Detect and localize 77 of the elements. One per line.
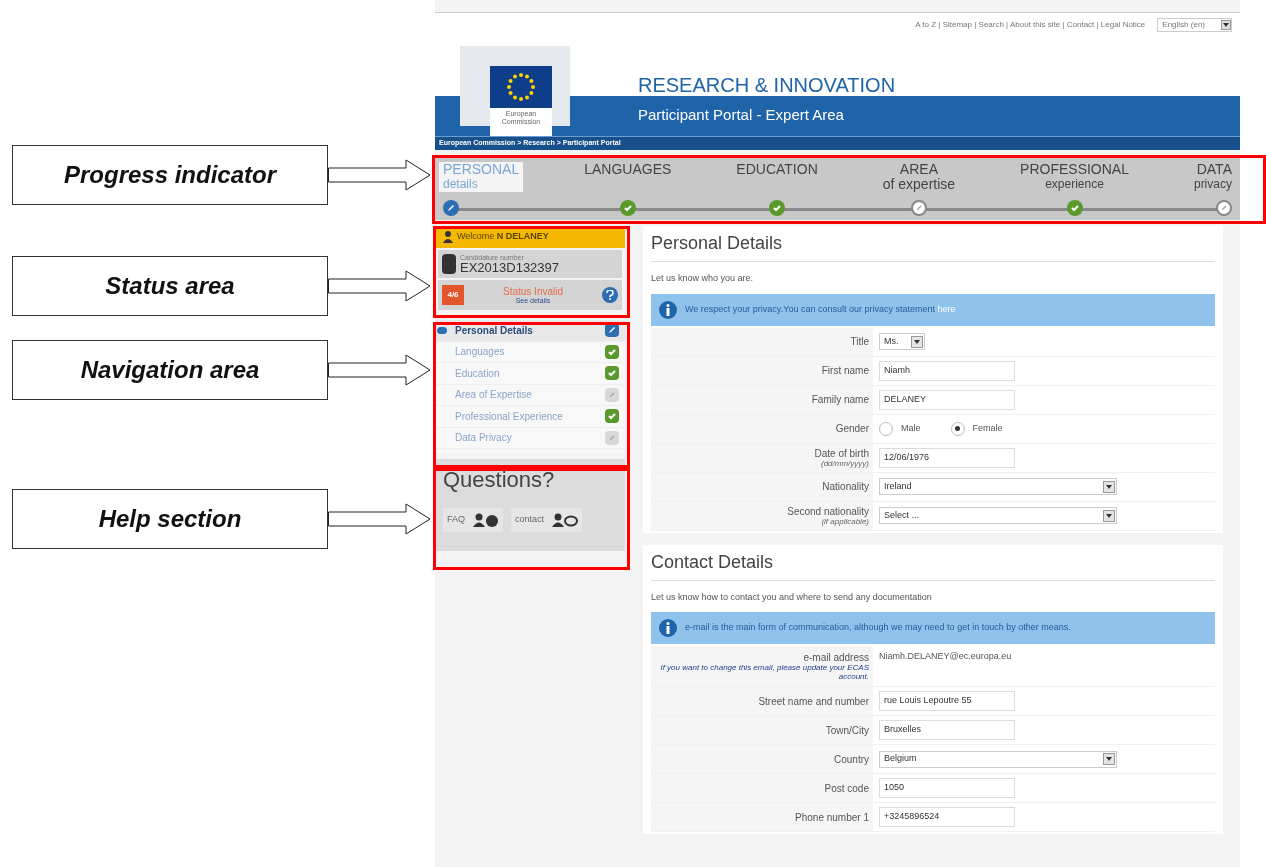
dropdown[interactable]: Ms.: [879, 333, 925, 350]
pointer-icon: [437, 326, 447, 334]
email-value: Niamh.DELANEY@ec.europa.eu: [879, 650, 1012, 663]
callout-label: Progress indicator: [12, 145, 328, 205]
progress-step[interactable]: LANGUAGES: [580, 162, 676, 177]
checkmark-icon: [1066, 200, 1083, 216]
help-title: Questions?: [443, 466, 556, 494]
person-icon: [443, 231, 453, 243]
dropdown[interactable]: Ireland: [879, 478, 1117, 495]
info-icon: [659, 619, 677, 637]
field-label: Gender: [835, 423, 869, 434]
info-text: e-mail is the main form of communication, although we may need to get in touch by other means.: [685, 621, 1071, 635]
field-label: Phone number 1: [795, 811, 869, 823]
input-field[interactable]: 1050: [879, 778, 1015, 798]
field-label: Title: [850, 336, 869, 347]
progress-count: 4/6: [442, 285, 464, 305]
field-label: Nationality: [822, 481, 869, 492]
field-label: First name: [821, 365, 869, 376]
field-label: Date of birth: [814, 447, 869, 459]
progress-step[interactable]: PROFESSIONAL experience: [1016, 162, 1133, 192]
callout-label: Help section: [12, 489, 328, 549]
input-field[interactable]: DELANEY: [879, 389, 1015, 410]
help-icon[interactable]: [602, 287, 618, 303]
checkmark-icon: [605, 366, 619, 381]
pencil-icon: [605, 430, 619, 445]
badge-icon: [442, 254, 456, 274]
flag-icon: [490, 66, 552, 108]
input-field[interactable]: rue Louis Lepoutre 55: [879, 691, 1015, 711]
person-question-icon: [473, 513, 499, 527]
field-hint: If you want to change this email, please update your ECAS account.: [659, 662, 869, 681]
field-label: Post code: [824, 782, 869, 794]
section-title: Contact Details: [651, 548, 1215, 581]
site-title: RESEARCH & INNOVATION: [638, 73, 896, 98]
field-label: Street name and number: [758, 695, 869, 707]
help-link[interactable]: FAQ: [443, 508, 503, 532]
checkmark-icon: [619, 200, 636, 216]
progress-step[interactable]: AREA of expertise: [878, 162, 960, 192]
input-field[interactable]: 12/06/1976: [879, 447, 1015, 468]
callout-label: Status area: [12, 256, 328, 316]
field-label: e-mail address: [803, 651, 869, 663]
info-text: We respect your privacy.You can consult our privacy statement here: [685, 302, 956, 316]
status-text: Status Invalid: [502, 286, 563, 297]
input-field[interactable]: Niamh: [879, 360, 1015, 381]
section-intro: Let us know how to contact you and where to send any documentation: [651, 590, 933, 604]
radio-button[interactable]: [879, 421, 893, 436]
section-intro: Let us know who you are.: [651, 272, 755, 285]
field-label: Town/City: [825, 724, 869, 736]
language-select[interactable]: English (en): [1157, 17, 1232, 32]
checkmark-icon: [769, 200, 786, 216]
pencil-icon: [605, 387, 619, 402]
radio-option[interactable]: Female: [950, 421, 1003, 436]
progress-step[interactable]: EDUCATION: [732, 162, 822, 177]
section-title: Personal Details: [651, 230, 1215, 262]
radio-option[interactable]: Male: [879, 421, 921, 436]
input-field[interactable]: +3245896524: [879, 807, 1015, 827]
radio-button[interactable]: [950, 421, 965, 436]
info-icon: [659, 300, 677, 319]
field-hint: (if applicable): [821, 516, 869, 526]
dropdown[interactable]: Belgium: [879, 750, 1117, 768]
input-field[interactable]: Bruxelles: [879, 720, 1015, 740]
site-subtitle: Participant Portal - Expert Area: [638, 105, 844, 125]
field-label: Second nationality: [787, 505, 869, 517]
field-label: Country: [834, 753, 869, 765]
progress-step[interactable]: DATA privacy: [1189, 162, 1236, 192]
pencil-icon: [443, 200, 459, 216]
help-link[interactable]: contact: [511, 508, 583, 532]
checkmark-icon: [605, 344, 619, 359]
person-speech-icon: [552, 513, 579, 527]
checkmark-icon: [605, 409, 619, 424]
top-links[interactable]: A to Z | Sitemap | Search | About this site | Contact | Legal Notice: [915, 18, 1146, 31]
candidature-number: EX2013D132397: [460, 261, 560, 274]
dropdown[interactable]: Select ...: [879, 507, 1117, 524]
dropdown-arrow-icon: [1221, 19, 1231, 30]
field-hint: (dd/mm/yyyy): [821, 458, 869, 468]
field-label: Family name: [811, 394, 869, 405]
welcome-text: Welcome N DELANEY: [457, 230, 549, 244]
callout-label: Navigation area: [12, 340, 328, 400]
